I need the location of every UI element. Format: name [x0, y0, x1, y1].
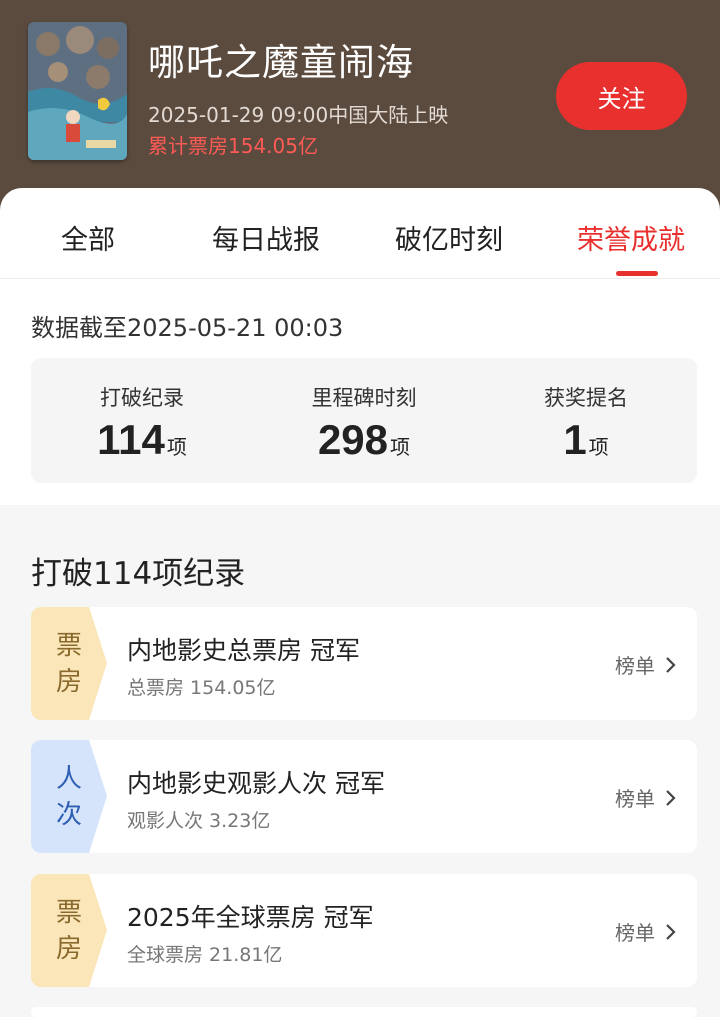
- data-as-of: 数据截至2025-05-21 00:03: [31, 314, 344, 342]
- ranking-link-label: 榜单: [615, 654, 655, 678]
- records-section: 打破114项纪录 票 房 内地影史总票房 冠军 总票房 154.05亿 榜单 人…: [0, 518, 720, 1017]
- record-title: 内地影史观影人次 冠军: [127, 769, 385, 798]
- stat-value: 298 项: [253, 416, 475, 464]
- chevron-right-icon: [666, 656, 676, 673]
- tab-all[interactable]: 全部: [61, 218, 115, 257]
- tag-text-bottom: 房: [55, 666, 82, 697]
- chevron-right-icon: [666, 923, 676, 940]
- ranking-link-label: 榜单: [615, 787, 655, 811]
- stat-unit: 项: [390, 435, 411, 459]
- stats-card: 打破纪录 114 项 里程碑时刻 298 项 获奖提名 1项: [31, 358, 697, 483]
- ranking-link[interactable]: 榜单: [615, 783, 677, 812]
- record-tag: 票 房: [31, 874, 107, 987]
- stat-number: 1: [563, 416, 587, 463]
- record-subtitle: 观影人次 3.23亿: [127, 810, 271, 832]
- record-title: 内地影史总票房 冠军: [127, 636, 360, 665]
- content-panel: 全部 每日战报 破亿时刻 荣誉成就 数据截至2025-05-21 00:03 打…: [0, 188, 720, 505]
- movie-poster[interactable]: [28, 22, 127, 160]
- cumulative-box-office: 累计票房154.05亿: [148, 134, 318, 158]
- tab-honors[interactable]: 荣誉成就: [577, 218, 685, 257]
- stat-value: 1项: [475, 416, 697, 464]
- tag-text-top: 票: [55, 897, 82, 928]
- record-tag: 人 次: [31, 740, 107, 853]
- stat-value: 114 项: [31, 416, 253, 464]
- record-item[interactable]: 人 次 内地影史观影人次 冠军 观影人次 3.23亿 榜单: [31, 740, 697, 853]
- stat-records[interactable]: 打破纪录 114 项: [31, 358, 253, 483]
- ranking-link-label: 榜单: [615, 921, 655, 945]
- record-item-partial: [31, 1007, 697, 1017]
- movie-title: 哪吒之魔童闹海: [148, 41, 414, 84]
- stat-label: 获奖提名: [544, 386, 628, 410]
- tag-text-top: 票: [55, 630, 82, 661]
- record-title: 2025年全球票房 冠军: [127, 903, 374, 932]
- follow-button[interactable]: 关注: [556, 62, 687, 130]
- chevron-right-icon: [666, 789, 676, 806]
- tab-hundred-million-moments[interactable]: 破亿时刻: [395, 218, 503, 257]
- poster-artwork: [28, 22, 127, 160]
- stat-unit: 项: [166, 435, 187, 459]
- tag-text-bottom: 次: [55, 799, 82, 830]
- record-subtitle: 总票房 154.05亿: [127, 677, 276, 699]
- record-subtitle: 全球票房 21.81亿: [127, 944, 283, 966]
- tab-bar: 全部 每日战报 破亿时刻 荣誉成就: [0, 188, 720, 279]
- tab-daily-report[interactable]: 每日战报: [212, 218, 320, 257]
- active-tab-indicator: [616, 271, 658, 276]
- ranking-link[interactable]: 榜单: [615, 917, 677, 946]
- section-title: 打破114项纪录: [31, 556, 246, 592]
- record-item[interactable]: 票 房 内地影史总票房 冠军 总票房 154.05亿 榜单: [31, 607, 697, 720]
- stat-label: 里程碑时刻: [311, 386, 417, 410]
- tag-text-bottom: 房: [55, 933, 82, 964]
- stat-unit: 项: [588, 435, 609, 459]
- ranking-link[interactable]: 榜单: [615, 650, 677, 679]
- stat-label: 打破纪录: [100, 386, 184, 410]
- stat-awards[interactable]: 获奖提名 1项: [475, 358, 697, 483]
- stat-number: 114: [97, 416, 165, 463]
- stat-milestones[interactable]: 里程碑时刻 298 项: [253, 358, 475, 483]
- record-tag: 票 房: [31, 607, 107, 720]
- tag-text-top: 人: [55, 763, 82, 794]
- stat-number: 298: [317, 416, 389, 463]
- record-item[interactable]: 票 房 2025年全球票房 冠军 全球票房 21.81亿 榜单: [31, 874, 697, 987]
- release-info: 2025-01-29 09:00中国大陆上映: [148, 103, 449, 127]
